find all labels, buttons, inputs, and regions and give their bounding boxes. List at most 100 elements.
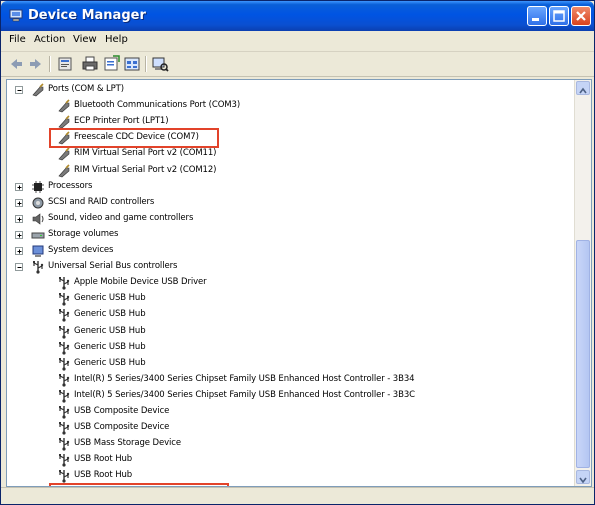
tree-item-label: RIM Virtual Serial Port v2 (COM11) <box>74 148 217 159</box>
usb-icon <box>59 389 70 403</box>
tree-item[interactable]: USB Root Hub <box>7 452 572 468</box>
help-icon[interactable] <box>103 55 121 73</box>
port-icon <box>32 83 44 97</box>
tree-item-label: Processors <box>48 180 93 191</box>
usb-icon <box>59 309 70 322</box>
tree-item-label: Generic USB Hub <box>74 341 146 352</box>
tree-item[interactable]: Universal Serial Bus controllers <box>7 259 572 275</box>
tree-item[interactable]: USB Composite Device <box>7 420 572 436</box>
back-icon[interactable] <box>7 55 25 73</box>
tree-item[interactable]: Bluetooth Communications Port (COM3) <box>7 98 572 114</box>
port-icon <box>58 115 70 129</box>
usb-icon <box>59 341 70 355</box>
usb-icon <box>33 261 44 274</box>
view-icon[interactable] <box>123 55 141 73</box>
tree-item[interactable]: Ports (COM & LPT) <box>7 82 572 98</box>
properties-icon[interactable] <box>56 55 74 73</box>
toolbar <box>1 52 594 77</box>
tree-item-label: USB Composite Device <box>74 422 170 433</box>
scroll-thumb[interactable] <box>576 240 590 468</box>
tree-item[interactable]: RIM Virtual Serial Port v2 (COM11) <box>7 146 572 162</box>
tree-item[interactable]: Generic USB Hub <box>7 291 572 307</box>
tree-item[interactable]: RIM Virtual Serial Port v2 (COM12) <box>7 163 572 179</box>
scroll-up-icon <box>579 87 587 94</box>
tree-item-label: USB Mass Storage Device <box>74 438 181 449</box>
scan-hardware-icon[interactable] <box>151 55 169 73</box>
toolbar-separator <box>49 56 51 72</box>
scroll-down-button[interactable] <box>576 470 590 484</box>
tree-item[interactable]: Generic USB Hub <box>7 307 572 323</box>
tree-item[interactable]: USB Composite Device <box>7 404 572 420</box>
tree-item-label: USB Root Hub <box>74 470 133 481</box>
tree-item[interactable]: Storage volumes <box>7 227 572 243</box>
usb-icon <box>59 373 70 387</box>
tree-item-label: SCSI and RAID controllers <box>48 196 155 207</box>
tree-item-label: Generic USB Hub <box>74 293 146 304</box>
menu-view[interactable]: View <box>73 34 97 45</box>
expand-icon[interactable] <box>15 214 23 223</box>
menu-bar: File Action View Help <box>1 31 594 52</box>
system-icon <box>32 245 44 257</box>
tree-item-label: System devices <box>48 245 114 255</box>
tree-item[interactable]: Processors <box>7 179 572 195</box>
expand-icon[interactable] <box>15 247 23 255</box>
port-icon <box>58 147 70 161</box>
menu-help[interactable]: Help <box>105 34 128 45</box>
expand-icon[interactable] <box>15 230 23 239</box>
maximize-button[interactable] <box>549 6 569 26</box>
usb-icon <box>59 422 70 435</box>
sound-icon <box>32 213 44 225</box>
minimize-icon <box>532 18 539 21</box>
tree-item-label: Intel(R) 5 Series/3400 Series Chipset Fa… <box>74 389 415 400</box>
processor-icon <box>32 180 44 193</box>
device-manager-icon <box>9 9 23 22</box>
tree-item[interactable]: USB Mass Storage Device <box>7 436 572 452</box>
tree-item[interactable]: Freescale CDC Device (COM7) <box>7 128 572 149</box>
tree-item-label: Generic USB Hub <box>74 309 146 320</box>
tree-item[interactable]: Intel(R) 5 Series/3400 Series Chipset Fa… <box>7 372 572 388</box>
tree-item[interactable]: Generic USB Hub <box>7 340 572 356</box>
tree-item[interactable]: Sound, video and game controllers <box>7 211 572 227</box>
close-icon <box>576 11 586 21</box>
port-icon <box>58 99 70 113</box>
tree-item-label: Storage volumes <box>48 228 119 239</box>
highlight-box <box>49 128 219 149</box>
scsi-icon <box>32 197 44 209</box>
expand-icon[interactable] <box>15 182 23 191</box>
tree-item[interactable]: Generic USB Hub <box>7 324 572 340</box>
tree-item-label: Bluetooth Communications Port (COM3) <box>74 100 241 111</box>
device-tree[interactable]: Ports (COM & LPT) Bluetooth Communication… <box>6 79 592 487</box>
tree-item[interactable]: Apple Mobile Device USB Driver <box>7 275 572 291</box>
title-bar[interactable]: Device Manager <box>1 1 594 31</box>
usb-icon <box>59 277 70 290</box>
tree-item[interactable]: Generic USB Hub <box>7 356 572 372</box>
tree-item-label: Universal Serial Bus controllers <box>48 261 178 272</box>
usb-icon <box>59 325 70 339</box>
collapse-icon[interactable] <box>15 86 23 94</box>
vertical-scrollbar[interactable] <box>574 80 591 486</box>
tree-item-label: Generic USB Hub <box>74 325 146 336</box>
tree-item-label: Intel(R) 5 Series/3400 Series Chipset Fa… <box>74 373 415 384</box>
usb-icon <box>59 406 70 419</box>
usb-icon <box>59 470 70 483</box>
tree-item-label: RIM Virtual Serial Port v2 (COM12) <box>74 164 217 175</box>
tree-item[interactable]: Intel(R) 5 Series/3400 Series Chipset Fa… <box>7 388 572 404</box>
tree-item-label: Ports (COM & LPT) <box>48 84 124 94</box>
tree-item[interactable]: System devices <box>7 243 572 259</box>
tree-item[interactable]: SCSI and RAID controllers <box>7 195 572 211</box>
status-bar <box>1 487 594 504</box>
close-button[interactable] <box>571 6 591 26</box>
collapse-icon[interactable] <box>15 263 23 272</box>
forward-icon[interactable] <box>27 55 45 73</box>
minimize-button[interactable] <box>527 6 547 26</box>
scroll-down-icon <box>579 477 587 484</box>
tree-item-label: USB Root Hub <box>74 454 133 465</box>
expand-icon[interactable] <box>15 198 23 207</box>
usb-icon <box>59 357 70 371</box>
scroll-up-button[interactable] <box>576 81 590 95</box>
print-icon[interactable] <box>81 55 99 73</box>
menu-action[interactable]: Action <box>34 34 65 45</box>
maximize-icon <box>553 10 565 22</box>
usb-icon <box>59 454 70 467</box>
menu-file[interactable]: File <box>9 34 26 45</box>
